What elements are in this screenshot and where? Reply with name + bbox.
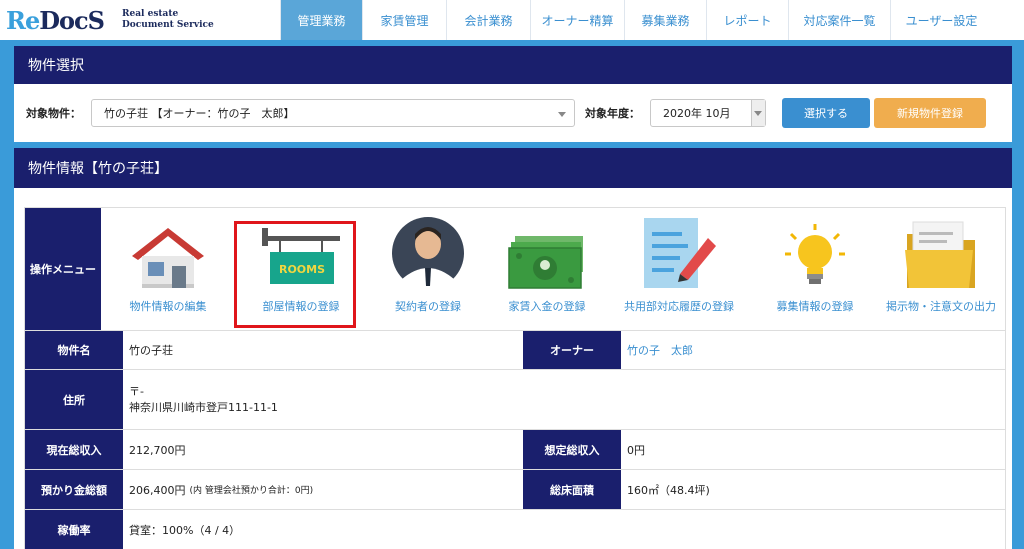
logo[interactable]: Re DocS Real estate Document Service	[0, 0, 280, 40]
nav-recruitment[interactable]: 募集業務	[624, 0, 706, 40]
logo-mark: Re DocS	[6, 5, 105, 35]
row-deposit-floor: 預かり金総額 206,400円 (内 管理会社預かり合計：0円) 総床面積 16…	[25, 470, 1005, 510]
name-value: 竹の子荘	[129, 344, 173, 357]
address-label: 住所	[25, 370, 123, 429]
logo-sub-line2: Document Service	[122, 20, 214, 30]
occupancy-value: 貸室：100%（4 / 4）	[129, 523, 241, 537]
menu-label: 募集情報の登録	[776, 300, 854, 313]
select-button[interactable]: 選択する	[782, 98, 870, 128]
menu-register-recruitment[interactable]: 募集情報の登録	[753, 208, 877, 330]
logo-docs: DocS	[39, 5, 105, 35]
deposit-value: 206,400円	[129, 483, 186, 497]
main-nav: 管理業務 家賃管理 会計業務 オーナー精算 募集業務 レポート 対応案件一覧 ユ…	[280, 0, 1024, 40]
nav-accounting[interactable]: 会計業務	[446, 0, 530, 40]
property-info-table: 操作メニュー 物件情報の編集 ROOMS 部屋情報の登録 契約者の登録 家賃入金…	[24, 207, 1006, 549]
row-income: 現在総収入 212,700円 想定総収入 0円	[25, 430, 1005, 470]
floor-area-value: 160㎡（48.4坪)	[627, 483, 710, 497]
property-select-value: 竹の子荘 【オーナー：竹の子 太郎】	[104, 107, 295, 120]
address-value: 神奈川県川崎市登戸111-11-1	[129, 400, 278, 414]
year-select-value: 2020年 10月	[663, 107, 731, 120]
top-bar: Re DocS Real estate Document Service 管理業務…	[0, 0, 1024, 40]
folder-icon	[905, 221, 975, 288]
menu-label: 掲示物・注意文の出力	[886, 300, 996, 313]
menu-label: 共用部対応履歴の登録	[624, 300, 734, 313]
deposit-label: 預かり金総額	[25, 470, 123, 509]
occupancy-label: 稼働率	[25, 510, 123, 549]
property-info-header: 物件情報【竹の子荘】	[14, 148, 1012, 188]
property-select-header: 物件選択	[14, 46, 1012, 84]
expected-income-value: 0円	[627, 443, 645, 457]
highlight-box	[234, 221, 356, 328]
person-icon	[392, 217, 464, 290]
nav-management[interactable]: 管理業務	[280, 0, 362, 40]
year-select[interactable]: 2020年 10月	[650, 99, 766, 127]
address-value-cell: 〒- 神奈川県川崎市登戸111-11-1	[123, 370, 1005, 429]
deposit-value-cell: 206,400円 (内 管理会社預かり合計：0円)	[123, 470, 523, 509]
row-occupancy: 稼働率 貸室：100%（4 / 4）	[25, 510, 1005, 549]
owner-label: オーナー	[523, 331, 621, 369]
menu-register-common-area[interactable]: 共用部対応履歴の登録	[605, 208, 753, 330]
address-postal: 〒-	[129, 384, 144, 398]
nav-user-settings[interactable]: ユーザー設定	[890, 0, 992, 40]
property-label: 対象物件：	[26, 107, 81, 120]
expected-income-label: 想定総収入	[523, 430, 621, 469]
nav-cases[interactable]: 対応案件一覧	[788, 0, 890, 40]
floor-area-label: 総床面積	[523, 470, 621, 509]
menu-register-contractor[interactable]: 契約者の登録	[367, 208, 489, 330]
logo-subtitle: Real estate Document Service	[122, 9, 214, 31]
property-select-body: 対象物件： 竹の子荘 【オーナー：竹の子 太郎】 対象年度： 2020年 10月…	[14, 84, 1012, 142]
deposit-note: (内 管理会社預かり合計：0円)	[189, 486, 314, 496]
income-label: 現在総収入	[25, 430, 123, 469]
nav-owner-settlement[interactable]: オーナー精算	[530, 0, 624, 40]
year-label: 対象年度：	[585, 107, 640, 120]
operation-menu-row: 操作メニュー 物件情報の編集 ROOMS 部屋情報の登録 契約者の登録 家賃入金…	[25, 207, 1005, 331]
spinner-icon	[751, 100, 765, 126]
nav-rent[interactable]: 家賃管理	[362, 0, 446, 40]
house-icon	[132, 228, 204, 288]
owner-link[interactable]: 竹の子 太郎	[621, 331, 1005, 369]
new-property-button[interactable]: 新規物件登録	[874, 98, 986, 128]
logo-re: Re	[6, 5, 40, 35]
property-info-title: 物件情報【竹の子荘】	[28, 161, 168, 177]
property-select-title: 物件選択	[28, 58, 84, 74]
income-value: 212,700円	[129, 443, 186, 457]
document-pen-icon	[644, 218, 716, 288]
menu-label: 契約者の登録	[395, 300, 461, 313]
operation-menu: 物件情報の編集 ROOMS 部屋情報の登録 契約者の登録 家賃入金の登録 共用部…	[101, 208, 1005, 330]
operation-menu-label: 操作メニュー	[25, 208, 101, 330]
nav-report[interactable]: レポート	[706, 0, 788, 40]
menu-edit-property[interactable]: 物件情報の編集	[101, 208, 235, 330]
chevron-down-icon	[558, 112, 566, 117]
property-select[interactable]: 竹の子荘 【オーナー：竹の子 太郎】	[91, 99, 575, 127]
menu-output-notices[interactable]: 掲示物・注意文の出力	[877, 208, 1005, 330]
menu-register-rent[interactable]: 家賃入金の登録	[489, 208, 605, 330]
menu-label: 家賃入金の登録	[508, 300, 586, 313]
name-label: 物件名	[25, 331, 123, 369]
row-name-owner: 物件名 竹の子荘 オーナー 竹の子 太郎	[25, 331, 1005, 370]
logo-sub-line1: Real estate	[122, 9, 179, 19]
lightbulb-icon	[785, 224, 845, 284]
row-address: 住所 〒- 神奈川県川崎市登戸111-11-1	[25, 370, 1005, 430]
menu-label: 物件情報の編集	[129, 300, 207, 313]
money-icon	[508, 236, 583, 289]
